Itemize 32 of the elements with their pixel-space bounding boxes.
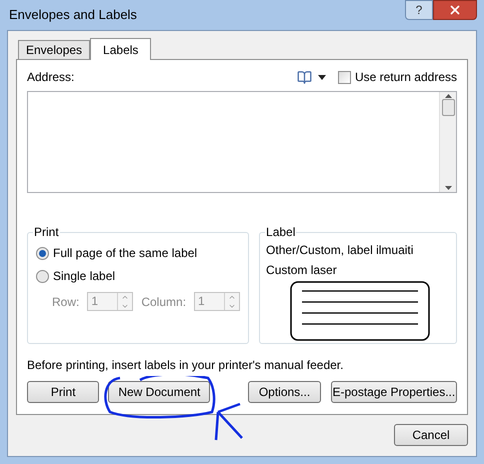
checkbox-label: Use return address bbox=[354, 69, 457, 86]
close-button[interactable] bbox=[433, 0, 477, 20]
dialog-button[interactable]: Print bbox=[27, 381, 100, 403]
group-title: Label bbox=[265, 224, 296, 241]
address-book-icon[interactable] bbox=[296, 70, 312, 84]
spinner-label: Column: bbox=[141, 294, 186, 310]
label-preview-icon bbox=[290, 281, 430, 341]
scroll-down-icon[interactable] bbox=[444, 186, 452, 190]
close-icon bbox=[448, 3, 462, 17]
tab[interactable]: Envelopes bbox=[18, 40, 90, 59]
cancel-button[interactable]: Cancel bbox=[394, 424, 468, 446]
label-description: Custom laser bbox=[266, 262, 338, 279]
dialog-button[interactable]: New Document bbox=[108, 381, 210, 403]
scrollbar[interactable] bbox=[439, 92, 456, 192]
radio-button[interactable] bbox=[36, 246, 49, 260]
label-description: Other/Custom, label ilmuaiti bbox=[266, 242, 414, 259]
instruction-text: Before printing, insert labels in your printer's manual feeder. bbox=[27, 357, 344, 374]
dropdown-arrow-icon[interactable] bbox=[318, 74, 326, 80]
scroll-thumb[interactable] bbox=[442, 98, 454, 116]
address-field[interactable] bbox=[27, 91, 457, 193]
checkbox[interactable] bbox=[338, 70, 351, 84]
group-title: Print bbox=[33, 224, 60, 241]
help-button[interactable]: ? bbox=[405, 0, 433, 20]
radio-button[interactable] bbox=[36, 270, 49, 282]
radio-label: Full page of the same label bbox=[53, 245, 198, 262]
dialog-button[interactable]: Options... bbox=[248, 381, 321, 403]
window-title: Envelopes and Labels bbox=[8, 6, 137, 24]
tab[interactable]: Labels bbox=[90, 38, 152, 60]
address-label: Address: bbox=[27, 69, 74, 86]
radio-label: Single label bbox=[53, 268, 116, 285]
spinner-label: Row: bbox=[52, 294, 80, 310]
dialog-button[interactable]: E-postage Properties... bbox=[330, 381, 457, 403]
